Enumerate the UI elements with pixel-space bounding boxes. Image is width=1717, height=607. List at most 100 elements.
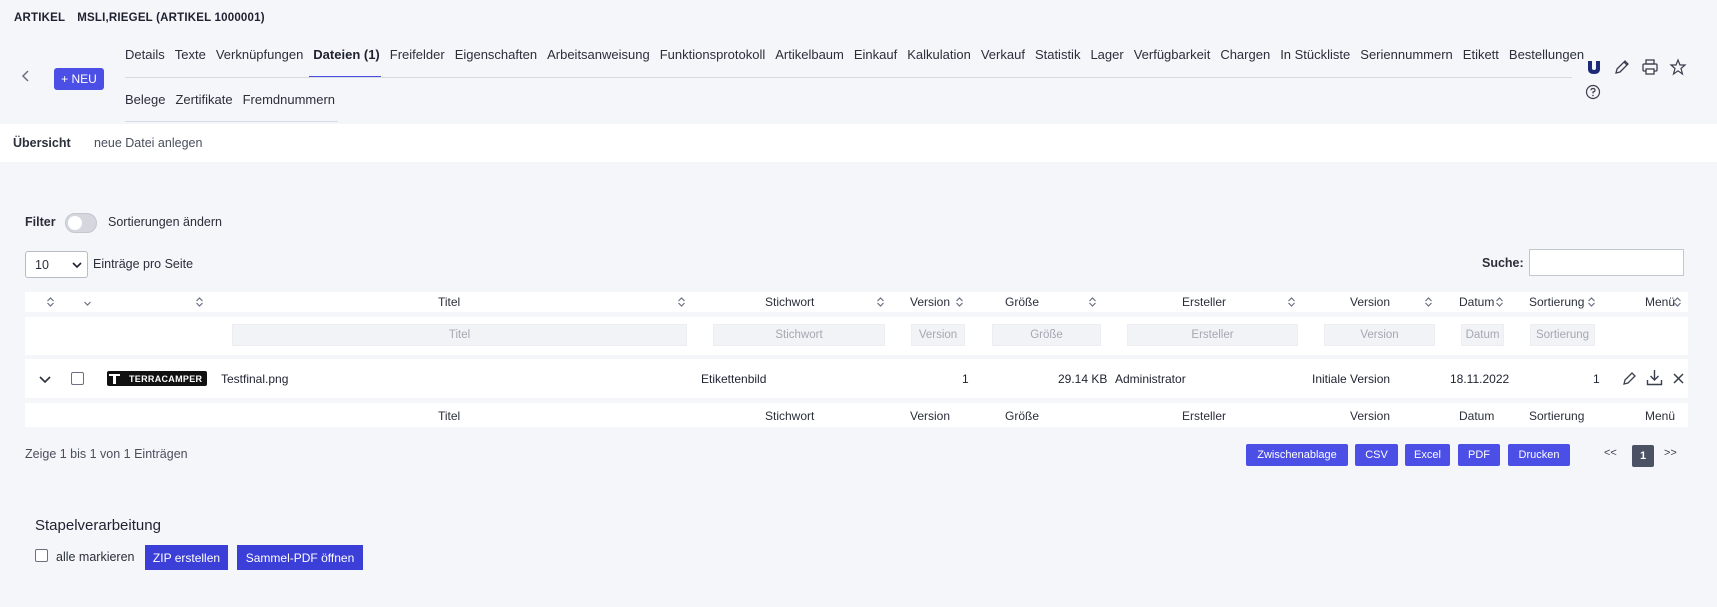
export-excel-button[interactable]: Excel (1405, 444, 1450, 466)
select-all-label: alle markieren (56, 550, 135, 564)
tab-lager[interactable]: Lager (1090, 47, 1123, 62)
new-button[interactable]: + NEU (54, 68, 104, 90)
tab-bestellungen[interactable]: Bestellungen (1509, 47, 1584, 62)
sort-icon[interactable] (1424, 296, 1433, 308)
filter-toggle[interactable] (65, 213, 97, 233)
tab-seriennummern[interactable]: Seriennummern (1360, 47, 1453, 62)
tab-belege[interactable]: Belege (125, 92, 165, 107)
tab-verkauf[interactable]: Verkauf (981, 47, 1025, 62)
export-csv-button[interactable]: CSV (1355, 444, 1398, 466)
filter-ersteller-input[interactable]: Ersteller (1127, 324, 1298, 346)
foot-groesse: Größe (1005, 409, 1040, 423)
sort-icon[interactable] (46, 296, 55, 308)
cell-stichwort: Etikettenbild (701, 372, 767, 386)
tab-divider-2 (125, 121, 338, 122)
close-icon[interactable] (1672, 372, 1685, 385)
batch-title: Stapelverarbeitung (35, 517, 161, 534)
print-icon[interactable] (1641, 58, 1659, 76)
thumbnail-label: TERRACAMPER (129, 373, 203, 384)
col-ersteller[interactable]: Ersteller (1182, 295, 1226, 309)
tab-statistik[interactable]: Statistik (1035, 47, 1081, 62)
tab-in-stückliste[interactable]: In Stückliste (1280, 47, 1350, 62)
col-version2[interactable]: Version (1350, 295, 1390, 309)
cell-datum: 18.11.2022 (1450, 372, 1510, 386)
pagination-prev[interactable]: << (1604, 447, 1617, 459)
filter-version2-input[interactable]: Version (1324, 324, 1435, 346)
page-size-select[interactable]: 10 (25, 251, 88, 278)
filter-stichwort-input[interactable]: Stichwort (713, 324, 885, 346)
subnav-new-file[interactable]: neue Datei anlegen (94, 136, 202, 150)
sort-icon[interactable] (1587, 296, 1596, 308)
cell-version: 1 (962, 372, 969, 386)
tab-eigenschaften[interactable]: Eigenschaften (455, 47, 537, 62)
collective-pdf-button[interactable]: Sammel-PDF öffnen (237, 545, 363, 570)
edit-icon[interactable] (1621, 370, 1638, 387)
filter-sortierung-input[interactable]: Sortierung (1530, 324, 1595, 346)
page-size-value: 10 (35, 258, 49, 272)
tab-funktionsprotokoll[interactable]: Funktionsprotokoll (660, 47, 766, 62)
tab-artikelbaum[interactable]: Artikelbaum (775, 47, 844, 62)
sort-icon[interactable] (195, 296, 204, 308)
back-arrow-icon[interactable] (18, 68, 34, 84)
help-icon[interactable] (1585, 84, 1603, 102)
sort-icon[interactable] (955, 296, 964, 308)
edit-icon[interactable] (1613, 58, 1631, 76)
search-label: Suche: (1482, 256, 1524, 270)
download-icon[interactable] (1645, 368, 1664, 387)
col-stichwort[interactable]: Stichwort (765, 295, 814, 309)
export-print-button[interactable]: Drucken (1508, 444, 1570, 466)
table-header: Titel Stichwort Version Größe Ersteller … (25, 292, 1688, 312)
section-label: ARTIKEL (14, 12, 66, 24)
foot-titel: Titel (438, 409, 461, 423)
table-info: Zeige 1 bis 1 von 1 Einträgen (25, 447, 188, 461)
chevron-down-icon (72, 262, 82, 269)
chevron-down-icon[interactable] (38, 372, 52, 386)
tab-verfügbarkeit[interactable]: Verfügbarkeit (1134, 47, 1211, 62)
tab-einkauf[interactable]: Einkauf (854, 47, 897, 62)
col-groesse[interactable]: Größe (1005, 295, 1039, 309)
brand-logo-icon[interactable] (1585, 58, 1603, 76)
row-checkbox[interactable] (71, 372, 84, 385)
sort-icon[interactable] (1088, 296, 1097, 308)
sort-icon[interactable] (1495, 296, 1504, 308)
filter-groesse-input[interactable]: Größe (992, 324, 1101, 346)
terracamper-logo-icon (109, 374, 120, 384)
table-row[interactable]: Testfinal.png Etikettenbild 1 29.14 KB A… (25, 359, 1688, 398)
export-pdf-button[interactable]: PDF (1458, 444, 1500, 466)
tab-freifelder[interactable]: Freifelder (390, 47, 445, 62)
search-input[interactable] (1529, 249, 1684, 276)
sort-icon[interactable] (876, 296, 885, 308)
col-sortierung[interactable]: Sortierung (1529, 295, 1584, 309)
cell-sortierung: 1 (1593, 372, 1600, 386)
zip-create-button[interactable]: ZIP erstellen (145, 545, 228, 570)
pagination-next[interactable]: >> (1664, 447, 1677, 459)
tab-texte[interactable]: Texte (175, 47, 206, 62)
tab-kalkulation[interactable]: Kalkulation (907, 47, 971, 62)
sort-icon[interactable] (1673, 296, 1682, 308)
sort-icon[interactable] (1287, 296, 1296, 308)
select-all-checkbox[interactable] (35, 549, 48, 562)
tab-etikett[interactable]: Etikett (1463, 47, 1499, 62)
filter-datum-input[interactable]: Datum (1461, 324, 1504, 346)
tab-fremdnummern[interactable]: Fremdnummern (243, 92, 335, 107)
col-datum[interactable]: Datum (1459, 295, 1494, 309)
tab-zertifikate[interactable]: Zertifikate (175, 92, 232, 107)
sort-icon[interactable] (677, 296, 686, 308)
tab-verknüpfungen[interactable]: Verknüpfungen (216, 47, 303, 62)
tab-chargen[interactable]: Chargen (1220, 47, 1270, 62)
filter-titel-input[interactable]: Titel (232, 324, 687, 346)
star-icon[interactable] (1669, 58, 1687, 76)
chevron-down-icon[interactable] (83, 298, 92, 310)
col-titel[interactable]: Titel (438, 295, 460, 309)
cell-titel[interactable]: Testfinal.png (221, 372, 288, 386)
pagination-current[interactable]: 1 (1632, 445, 1654, 467)
page-size-label: Einträge pro Seite (93, 257, 194, 271)
export-clipboard-button[interactable]: Zwischenablage (1246, 444, 1348, 466)
tab-arbeitsanweisung[interactable]: Arbeitsanweisung (547, 47, 650, 62)
file-thumbnail[interactable]: TERRACAMPER (107, 371, 207, 386)
tab-dateien-1[interactable]: Dateien (1) (313, 47, 379, 62)
subnav-overview[interactable]: Übersicht (13, 136, 71, 150)
col-version[interactable]: Version (910, 295, 950, 309)
filter-version-input[interactable]: Version (911, 324, 965, 346)
tab-details[interactable]: Details (125, 47, 165, 62)
